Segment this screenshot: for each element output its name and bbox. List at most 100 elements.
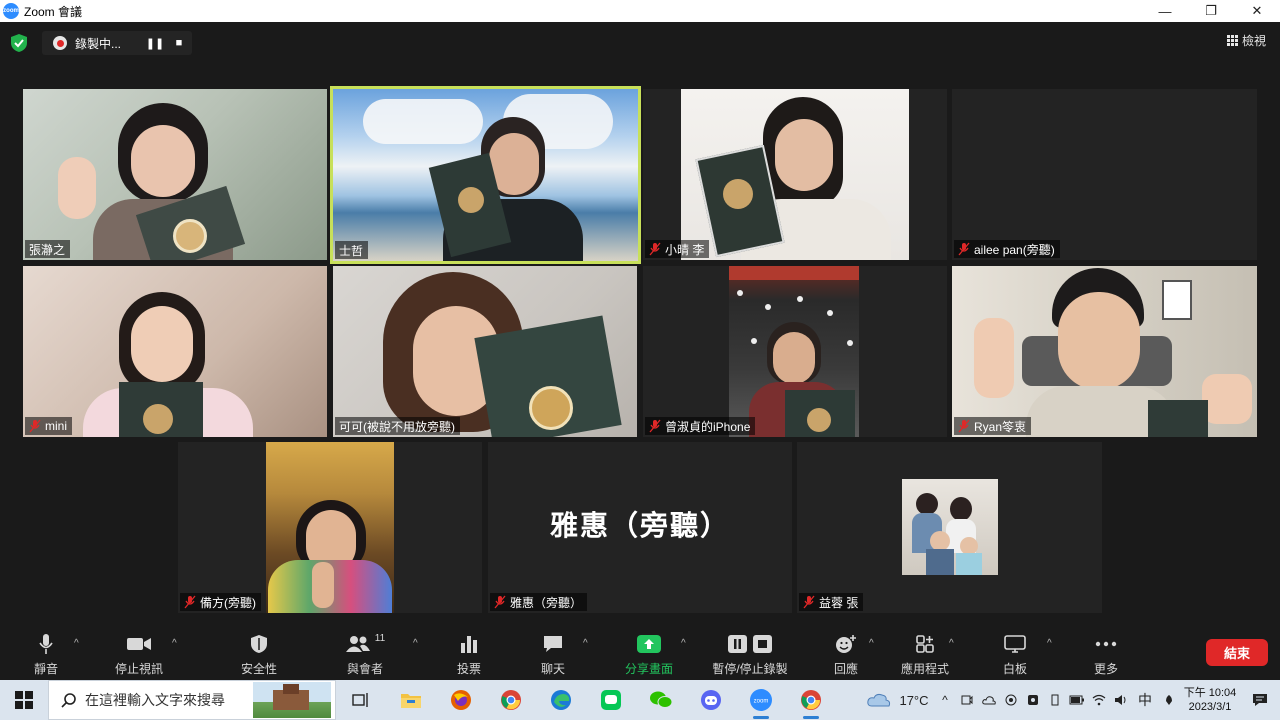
muted-mic-icon xyxy=(958,242,970,256)
video-tile-video-off[interactable]: ailee pan(旁聽) xyxy=(952,89,1257,260)
edge-icon xyxy=(551,690,571,710)
wechat-app[interactable] xyxy=(636,680,686,720)
notifications-icon[interactable] xyxy=(1240,680,1280,720)
folder-icon xyxy=(401,694,421,708)
participant-video xyxy=(952,266,1257,437)
mute-options-caret-icon[interactable]: ^ xyxy=(74,638,79,649)
camera-tray-icon[interactable] xyxy=(1022,680,1044,720)
chat-options-caret-icon[interactable]: ^ xyxy=(583,638,588,649)
participants-options-caret-icon[interactable]: ^ xyxy=(413,638,418,649)
participants-count: 11 xyxy=(374,633,386,644)
maximize-button[interactable]: ❐ xyxy=(1188,0,1234,22)
participant-nameplate: 備方(旁聽) xyxy=(180,593,261,611)
whiteboard-button[interactable]: 白板 xyxy=(992,628,1038,680)
video-tile[interactable]: 備方(旁聽) xyxy=(178,442,482,613)
firefox-app[interactable] xyxy=(436,680,486,720)
close-button[interactable]: ✕ xyxy=(1234,0,1280,22)
video-tile-active-speaker[interactable]: 士哲 xyxy=(330,86,641,264)
more-button[interactable]: 更多 xyxy=(1084,628,1128,680)
chrome-app[interactable] xyxy=(486,680,536,720)
security-shield-icon[interactable] xyxy=(11,34,27,52)
chrome-app-2[interactable] xyxy=(786,680,836,720)
muted-mic-icon xyxy=(649,242,661,256)
video-options-caret-icon[interactable]: ^ xyxy=(172,638,177,649)
usb-icon[interactable] xyxy=(1044,680,1066,720)
zoom-logo-icon: zoom xyxy=(3,3,19,19)
pause-stop-recording-button[interactable]: 暫停/停止錄製 xyxy=(708,628,792,680)
smiley-plus-icon xyxy=(835,632,857,656)
reactions-button[interactable]: 回應 xyxy=(823,628,869,680)
task-view-icon xyxy=(352,693,368,707)
cloud-weather-icon[interactable] xyxy=(864,680,894,720)
ime-indicator[interactable]: 中 xyxy=(1132,680,1158,720)
volume-icon[interactable] xyxy=(1110,680,1132,720)
view-button[interactable]: 檢視 xyxy=(1226,32,1266,49)
chrome-icon xyxy=(801,690,821,710)
polls-button[interactable]: 投票 xyxy=(446,628,492,680)
task-view-button[interactable] xyxy=(336,680,386,720)
video-tile[interactable]: Ryan笭衷 xyxy=(952,266,1257,437)
participant-video xyxy=(266,442,394,613)
taskbar-search-box[interactable]: 在這裡輸入文字來搜尋 xyxy=(48,680,336,720)
onedrive-icon[interactable] xyxy=(978,680,1000,720)
chat-button[interactable]: 聊天 xyxy=(530,628,576,680)
participants-icon: 11 xyxy=(345,632,385,656)
recording-label: 錄製中... xyxy=(75,36,122,51)
whiteboard-options-caret-icon[interactable]: ^ xyxy=(1047,638,1052,649)
discord-icon xyxy=(701,690,721,710)
participant-nameplate: 士哲 xyxy=(335,241,369,259)
participant-nameplate: 雅惠（旁聽） xyxy=(490,593,588,611)
reactions-options-caret-icon[interactable]: ^ xyxy=(869,638,874,649)
recording-indicator: 錄製中... ❚❚ ■ xyxy=(42,31,192,55)
battery-icon[interactable] xyxy=(1066,680,1088,720)
discord-app[interactable] xyxy=(686,680,736,720)
video-tile[interactable]: 張瀞之 xyxy=(23,89,327,260)
muted-mic-icon xyxy=(649,419,661,433)
start-button[interactable] xyxy=(0,680,48,720)
wifi-icon[interactable] xyxy=(1088,680,1110,720)
stop-recording-button[interactable]: ■ xyxy=(167,37,191,49)
video-tile-video-off[interactable]: 雅惠（旁聽） 雅惠（旁聽） xyxy=(488,442,792,613)
meet-now-icon[interactable] xyxy=(956,680,978,720)
apps-options-caret-icon[interactable]: ^ xyxy=(949,638,954,649)
muted-mic-icon xyxy=(29,419,41,433)
shield-icon xyxy=(250,632,268,656)
line-app[interactable] xyxy=(586,680,636,720)
bar-chart-icon xyxy=(459,632,479,656)
line-icon xyxy=(601,690,621,710)
share-options-caret-icon[interactable]: ^ xyxy=(681,638,686,649)
file-explorer-app[interactable] xyxy=(386,680,436,720)
end-meeting-button[interactable]: 結束 xyxy=(1206,639,1268,666)
video-tile-video-off[interactable]: 益蓉 張 xyxy=(797,442,1102,613)
participants-button[interactable]: 11 與會者 xyxy=(338,628,392,680)
system-tray: 17°C ^ 中 下午 10:04 2023/3/1 xyxy=(864,680,1280,720)
participant-nameplate: 曾淑貞的iPhone xyxy=(645,417,756,435)
video-tile[interactable]: 小晴 李 xyxy=(643,89,947,260)
edge-app[interactable] xyxy=(536,680,586,720)
security-button[interactable]: 安全性 xyxy=(232,628,286,680)
video-tile[interactable]: 可可(被說不用放旁聽) xyxy=(333,266,637,437)
video-tile[interactable]: 曾淑貞的iPhone xyxy=(643,266,947,437)
stop-video-button[interactable]: 停止視訊 xyxy=(108,628,170,680)
weather-temperature[interactable]: 17°C xyxy=(894,680,934,720)
minimize-button[interactable]: — xyxy=(1142,0,1188,22)
participant-nameplate: ailee pan(旁聽) xyxy=(954,240,1060,258)
view-label: 檢視 xyxy=(1241,34,1266,48)
grid-view-icon xyxy=(1226,35,1238,46)
participant-nameplate: Ryan笭衷 xyxy=(954,417,1032,435)
pause-recording-button[interactable]: ❚❚ xyxy=(143,37,167,50)
title-bar: zoom Zoom 會議 — ❐ ✕ xyxy=(0,0,1280,22)
ime-mode-icon[interactable] xyxy=(1158,680,1180,720)
participant-nameplate: 可可(被說不用放旁聽) xyxy=(335,417,460,435)
mute-button[interactable]: 靜音 xyxy=(18,628,74,680)
video-tile[interactable]: mini xyxy=(23,266,327,437)
apps-button[interactable]: 應用程式 xyxy=(895,628,955,680)
chrome-icon xyxy=(501,690,521,710)
tray-app-icon[interactable] xyxy=(1000,680,1022,720)
meeting-stage: 錄製中... ❚❚ ■ 檢視 張瀞之 士哲 小晴 李 ailee pan(旁聽)… xyxy=(0,22,1280,628)
show-hidden-icons-icon[interactable]: ^ xyxy=(934,680,956,720)
system-clock[interactable]: 下午 10:04 2023/3/1 xyxy=(1180,686,1240,714)
windows-taskbar: 在這裡輸入文字來搜尋 zoom 17°C ^ 中 下午 10:04 2023/3… xyxy=(0,680,1280,720)
share-screen-button[interactable]: 分享畫面 xyxy=(618,628,680,680)
zoom-app[interactable]: zoom xyxy=(736,680,786,720)
